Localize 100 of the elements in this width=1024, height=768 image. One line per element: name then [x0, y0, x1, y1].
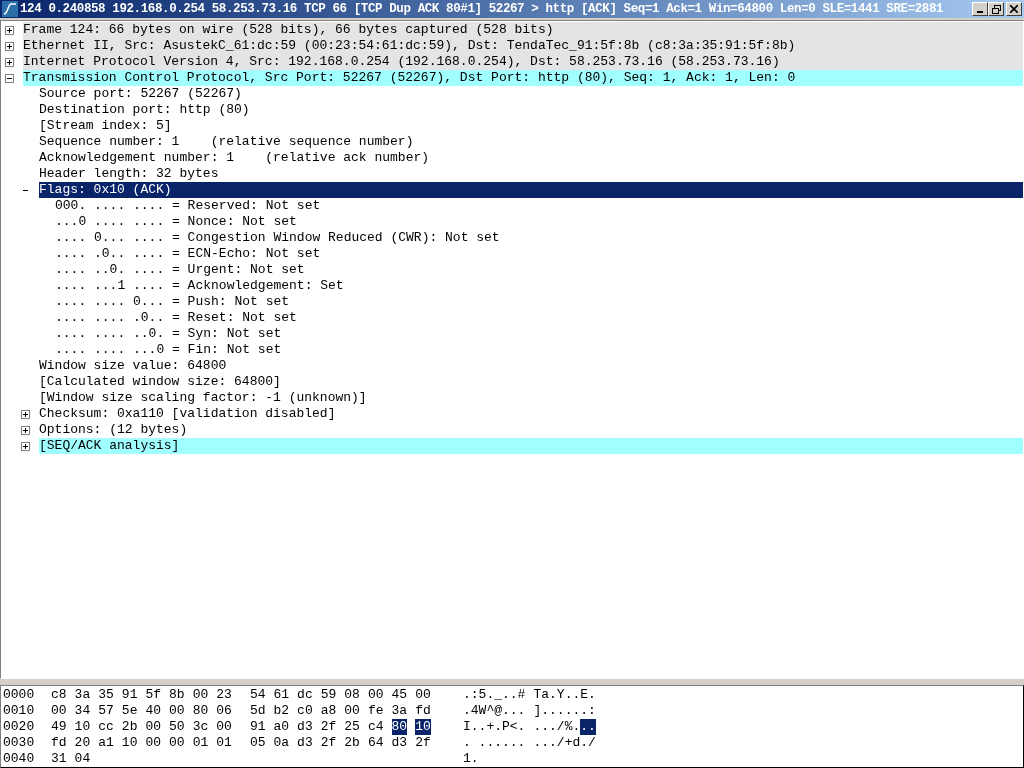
hex-byte[interactable]: 2f — [415, 735, 431, 751]
hex-byte[interactable]: 10 — [74, 719, 91, 735]
tree-row[interactable]: Internet Protocol Version 4, Src: 192.168.0.254 (192.168.0.254), Dst: 58.253.73.16 (58.253.73.16) — [23, 54, 1023, 70]
hex-byte[interactable]: 00 — [169, 735, 185, 751]
hex-byte[interactable]: 10 — [415, 719, 431, 735]
hex-byte[interactable]: 00 — [344, 703, 360, 719]
tree-row[interactable]: Frame 124: 66 bytes on wire (528 bits), 66 bytes captured (528 bits) — [23, 22, 1023, 38]
hex-byte[interactable]: 25 — [344, 719, 360, 735]
hex-byte[interactable]: 8b — [169, 687, 185, 703]
hex-byte[interactable]: cc — [98, 719, 114, 735]
tree-row[interactable]: Flags: 0x10 (ACK) — [39, 182, 1023, 198]
hex-byte[interactable]: c0 — [297, 703, 313, 719]
hex-byte[interactable]: 80 — [391, 719, 408, 735]
hex-byte[interactable]: a1 — [98, 735, 114, 751]
hex-byte[interactable]: 00 — [415, 687, 431, 703]
expand-icon[interactable] — [5, 41, 14, 51]
hex-byte[interactable]: 54 — [249, 687, 266, 703]
hex-byte[interactable]: 3a — [391, 703, 408, 719]
ascii-text: .. — [580, 719, 596, 735]
hex-byte[interactable]: 10 — [121, 735, 138, 751]
restore-icon — [991, 4, 1001, 14]
hex-byte[interactable]: 2f — [320, 719, 337, 735]
expand-icon[interactable] — [21, 441, 30, 451]
hex-byte[interactable]: 0a — [273, 735, 290, 751]
hex-byte[interactable]: 34 — [74, 703, 91, 719]
ascii-text: .../+d./ — [533, 735, 596, 751]
offset-text: 0010 — [3, 703, 36, 719]
tree-row[interactable]: [SEQ/ACK analysis] — [39, 438, 1023, 454]
hex-byte[interactable]: 00 — [145, 719, 162, 735]
hex-byte[interactable]: 31 — [51, 751, 67, 767]
hex-byte[interactable]: 91 — [121, 687, 138, 703]
hex-byte[interactable]: 50 — [169, 719, 185, 735]
hex-byte[interactable]: d3 — [297, 735, 313, 751]
hex-byte[interactable]: fe — [367, 703, 384, 719]
hex-byte[interactable]: 2b — [344, 735, 360, 751]
hex-byte[interactable]: 57 — [98, 703, 114, 719]
hex-byte[interactable]: 91 — [249, 719, 266, 735]
hex-byte[interactable]: 23 — [216, 687, 232, 703]
expand-icon[interactable] — [5, 57, 14, 67]
hex-byte[interactable]: 2f — [320, 735, 337, 751]
hex-byte[interactable]: b2 — [273, 703, 290, 719]
hex-byte[interactable]: fd — [51, 735, 67, 751]
hex-byte[interactable]: d3 — [391, 735, 408, 751]
hex-byte[interactable]: 20 — [74, 735, 91, 751]
offset-text: 0030 — [3, 735, 36, 751]
collapse-icon[interactable] — [5, 73, 14, 83]
app-icon — [2, 1, 18, 17]
hex-byte[interactable]: c8 — [51, 687, 67, 703]
ascii-text: 1. — [463, 751, 479, 767]
hex-byte[interactable]: 64 — [367, 735, 384, 751]
hex-byte[interactable]: 06 — [216, 703, 232, 719]
expand-icon[interactable] — [21, 409, 30, 419]
hex-byte[interactable]: 5d — [249, 703, 266, 719]
hex-byte[interactable]: 00 — [51, 703, 67, 719]
hex-byte[interactable]: a0 — [273, 719, 290, 735]
hex-byte[interactable]: 49 — [51, 719, 67, 735]
minimize-button[interactable] — [972, 2, 988, 16]
hex-byte[interactable]: 04 — [74, 751, 91, 767]
window-title: 124 0.240858 192.168.0.254 58.253.73.16 TCP 66 [TCP Dup ACK 80#1] 52267 > http [ACK] Seq=1 Ack=1 Win=64800 Len=0 SLE=1441 SRE=2881 — [20, 0, 945, 18]
hex-byte[interactable]: 5f — [145, 687, 162, 703]
ascii-text: . ...... — [463, 735, 526, 751]
hex-byte[interactable]: 00 — [169, 703, 185, 719]
expand-icon[interactable] — [5, 25, 14, 35]
hex-byte[interactable]: 01 — [192, 735, 209, 751]
hex-byte[interactable]: 5e — [121, 703, 138, 719]
ascii-text: .4W^@... — [463, 703, 526, 719]
hex-byte[interactable]: dc — [297, 687, 313, 703]
hex-byte[interactable]: d3 — [297, 719, 313, 735]
hex-byte[interactable]: 35 — [98, 687, 114, 703]
ascii-text: Ta.Y..E. — [533, 687, 596, 703]
hex-byte[interactable]: 59 — [320, 687, 337, 703]
hex-byte[interactable]: 3a — [74, 687, 91, 703]
hex-byte[interactable]: 45 — [391, 687, 408, 703]
ascii-text: ]......: — [533, 703, 596, 719]
tree-row[interactable]: Ethernet II, Src: AsustekC_61:dc:59 (00:23:54:61:dc:59), Dst: TendaTec_91:5f:8b (c8:3a:35:91:5f:8b) — [23, 38, 1023, 54]
hex-byte[interactable]: 05 — [249, 735, 266, 751]
ascii-text: .../%. — [533, 719, 581, 735]
close-button[interactable] — [1006, 2, 1022, 16]
hex-byte[interactable]: 00 — [192, 687, 209, 703]
tree-row[interactable]: Transmission Control Protocol, Src Port: 52267 (52267), Dst Port: http (80), Seq: 1, Ack: 1, Len: 0 — [23, 70, 1023, 86]
restore-button[interactable] — [988, 2, 1004, 16]
hex-byte[interactable]: 00 — [367, 687, 384, 703]
hex-byte[interactable]: 2b — [121, 719, 138, 735]
hex-byte[interactable]: 80 — [192, 703, 209, 719]
hex-byte[interactable]: 61 — [273, 687, 290, 703]
hex-byte[interactable]: c4 — [367, 719, 384, 735]
ascii-text: .:5._..# — [463, 687, 526, 703]
offset-text: 0020 — [3, 719, 36, 735]
ascii-text: I..+.P<. — [463, 719, 526, 735]
close-icon — [1010, 5, 1018, 13]
hex-byte[interactable]: 3c — [192, 719, 209, 735]
hex-byte[interactable]: a8 — [320, 703, 337, 719]
hex-byte[interactable]: 40 — [145, 703, 162, 719]
hex-byte[interactable]: 08 — [344, 687, 360, 703]
hex-byte[interactable]: 01 — [216, 735, 232, 751]
expand-icon[interactable] — [21, 425, 30, 435]
hex-byte[interactable]: 00 — [145, 735, 162, 751]
minimize-icon — [977, 11, 983, 13]
hex-byte[interactable]: fd — [415, 703, 431, 719]
hex-byte[interactable]: 00 — [216, 719, 232, 735]
